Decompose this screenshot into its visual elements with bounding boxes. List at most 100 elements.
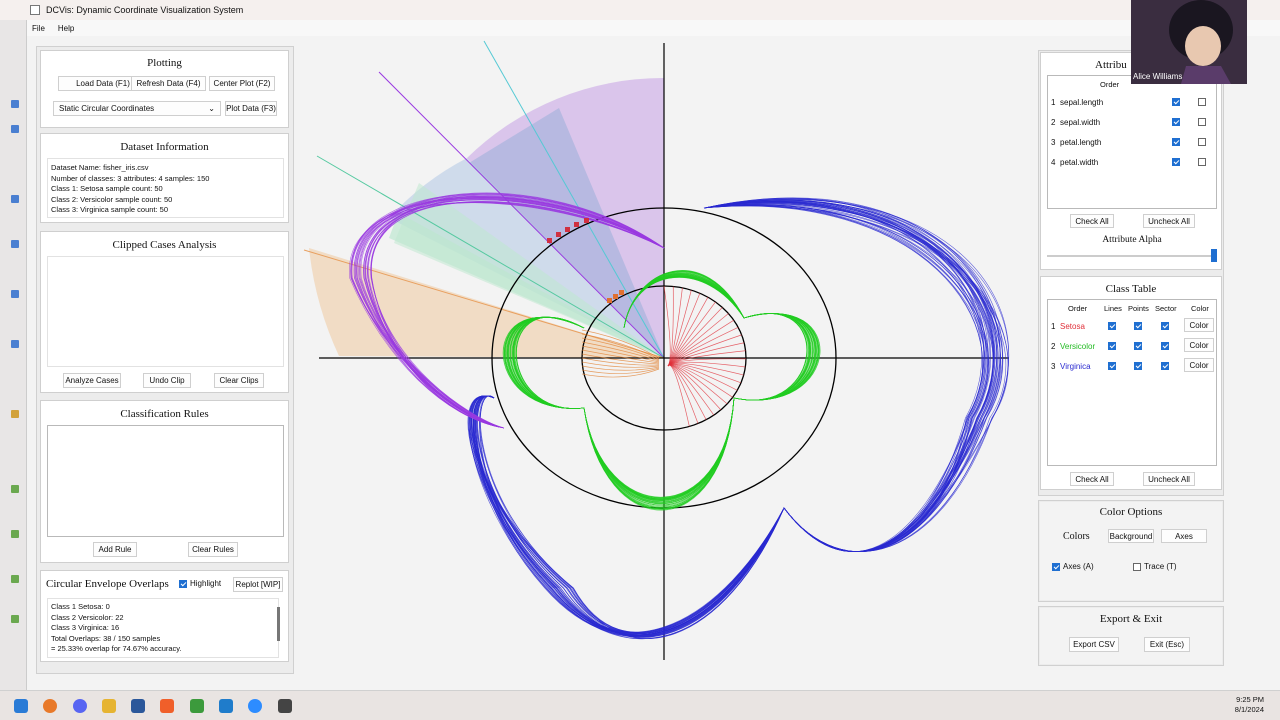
sector-checkbox[interactable] bbox=[1161, 362, 1169, 370]
undo-clip-button[interactable]: Undo Clip bbox=[143, 373, 191, 388]
attr-checkbox[interactable] bbox=[1198, 158, 1206, 166]
checkbox[interactable] bbox=[179, 579, 187, 588]
exit-button[interactable]: Exit (Esc) bbox=[1144, 637, 1190, 652]
highlight-checkbox[interactable]: Highlight bbox=[179, 579, 221, 588]
sector-checkbox[interactable] bbox=[1161, 342, 1169, 350]
clipped-cases-panel: Clipped Cases Analysis Analyze Cases Und… bbox=[40, 231, 289, 393]
color-button[interactable]: Color bbox=[1184, 358, 1214, 372]
axes-checkbox[interactable] bbox=[1052, 562, 1060, 571]
points-checkbox[interactable] bbox=[1134, 322, 1142, 330]
file-icon bbox=[11, 100, 19, 108]
plot-data-button[interactable]: Plot Data (F3) bbox=[225, 101, 277, 116]
class-order-header: Order bbox=[1068, 304, 1088, 313]
app-icon[interactable] bbox=[160, 699, 174, 713]
plotting-title: Plotting bbox=[147, 57, 182, 69]
alpha-slider-thumb[interactable] bbox=[1211, 249, 1217, 262]
points-checkbox[interactable] bbox=[1134, 362, 1142, 370]
overlap-line: = 25.33% overlap for 74.67% accuracy. bbox=[51, 644, 182, 653]
center-plot-button[interactable]: Center Plot (F2) bbox=[209, 76, 275, 91]
color-button[interactable]: Color bbox=[1184, 338, 1214, 352]
file-icon bbox=[11, 125, 19, 133]
plot-canvas[interactable] bbox=[299, 38, 1033, 686]
class-name-virginica: Virginica bbox=[1060, 362, 1091, 371]
circular-coordinates-plot[interactable] bbox=[299, 38, 1033, 686]
app-icon[interactable] bbox=[278, 699, 292, 713]
clear-rules-button[interactable]: Clear Rules bbox=[188, 542, 238, 557]
attr-num: 1 bbox=[1051, 98, 1056, 107]
classification-rules-box bbox=[47, 425, 284, 537]
points-checkbox[interactable] bbox=[1134, 342, 1142, 350]
dataset-info-panel: Dataset Information Dataset Name: fisher… bbox=[40, 133, 289, 223]
attr-alpha-checkbox[interactable] bbox=[1172, 138, 1180, 146]
dataset-line: Class 3: Virginica sample count: 50 bbox=[51, 205, 169, 214]
order-header: Order bbox=[1100, 80, 1120, 89]
file-icon bbox=[11, 575, 19, 583]
lines-checkbox[interactable] bbox=[1108, 362, 1116, 370]
attribute-alpha-label: Attribute Alpha bbox=[1102, 235, 1162, 245]
color-button[interactable]: Color bbox=[1184, 318, 1214, 332]
editor-sidebar bbox=[0, 0, 27, 690]
clipped-cases-box bbox=[47, 256, 284, 367]
dataset-line: Class 2: Versicolor sample count: 50 bbox=[51, 194, 173, 204]
add-rule-button[interactable]: Add Rule bbox=[93, 542, 137, 557]
start-icon[interactable] bbox=[14, 699, 28, 713]
dataset-line: Dataset Name: fisher_iris.csv bbox=[51, 163, 149, 172]
plotting-panel: Plotting Load Data (F1) Refresh Data (F4… bbox=[40, 50, 289, 128]
file-icon bbox=[11, 615, 19, 623]
attr-uncheck-all-button[interactable]: Uncheck All bbox=[1143, 214, 1195, 228]
class-points-header: Points bbox=[1128, 304, 1149, 313]
class-num: 3 bbox=[1051, 362, 1056, 371]
overlaps-panel: Circular Envelope Overlaps Highlight Rep… bbox=[40, 570, 289, 662]
clear-clips-button[interactable]: Clear Clips bbox=[214, 373, 264, 388]
plot-mode-value: Static Circular Coordinates bbox=[59, 104, 155, 113]
word-icon[interactable] bbox=[131, 699, 145, 713]
trace-checkbox[interactable] bbox=[1133, 562, 1141, 571]
axes-toggle[interactable]: Axes (A) bbox=[1052, 562, 1094, 571]
vscode-icon[interactable] bbox=[219, 699, 233, 713]
sector-checkbox[interactable] bbox=[1161, 322, 1169, 330]
scrollbar[interactable] bbox=[277, 607, 280, 641]
discord-icon[interactable] bbox=[73, 699, 87, 713]
firefox-icon[interactable] bbox=[43, 699, 57, 713]
colors-label: Colors bbox=[1063, 531, 1090, 542]
highlight-label: Highlight bbox=[190, 579, 222, 588]
app-icon[interactable] bbox=[190, 699, 204, 713]
classification-rules-panel: Classification Rules Add Rule Clear Rule… bbox=[40, 400, 289, 563]
replot-button[interactable]: Replot [WIP] bbox=[233, 577, 283, 592]
class-check-all-button[interactable]: Check All bbox=[1070, 472, 1114, 486]
color-options-panel: Color Options Colors Background Axes Axe… bbox=[1040, 502, 1222, 600]
attr-name: petal.width bbox=[1060, 158, 1099, 167]
attr-checkbox[interactable] bbox=[1198, 118, 1206, 126]
file-icon bbox=[11, 485, 19, 493]
attr-check-all-button[interactable]: Check All bbox=[1070, 214, 1114, 228]
attr-alpha-checkbox[interactable] bbox=[1172, 158, 1180, 166]
lines-checkbox[interactable] bbox=[1108, 342, 1116, 350]
export-title: Export & Exit bbox=[1099, 613, 1163, 625]
export-csv-button[interactable]: Export CSV bbox=[1069, 637, 1119, 652]
trace-toggle[interactable]: Trace (T) bbox=[1133, 562, 1177, 571]
class-table: Order Lines Points Sector Color 1 Setosa… bbox=[1047, 299, 1217, 466]
class-num: 1 bbox=[1051, 322, 1056, 331]
attr-checkbox[interactable] bbox=[1198, 138, 1206, 146]
folder-icon[interactable] bbox=[102, 699, 116, 713]
background-color-button[interactable]: Background bbox=[1108, 529, 1154, 543]
plot-mode-select[interactable]: Static Circular Coordinates ⌄ bbox=[53, 101, 221, 116]
alpha-slider-track[interactable] bbox=[1047, 255, 1215, 257]
analyze-cases-button[interactable]: Analyze Cases bbox=[63, 373, 121, 388]
class-uncheck-all-button[interactable]: Uncheck All bbox=[1143, 472, 1195, 486]
axes-checkbox-label: Axes (A) bbox=[1063, 562, 1094, 571]
overlap-line: Total Overlaps: 38 / 150 samples bbox=[51, 633, 161, 643]
refresh-data-button[interactable]: Refresh Data (F4) bbox=[131, 76, 206, 91]
attr-alpha-checkbox[interactable] bbox=[1172, 118, 1180, 126]
zoom-icon[interactable] bbox=[248, 699, 262, 713]
attr-checkbox[interactable] bbox=[1198, 98, 1206, 106]
menu-help[interactable]: Help bbox=[58, 24, 74, 33]
clock-date: 8/1/2024 bbox=[1234, 705, 1264, 714]
lines-checkbox[interactable] bbox=[1108, 322, 1116, 330]
attr-num: 2 bbox=[1051, 118, 1056, 127]
menu-file[interactable]: File bbox=[32, 24, 45, 33]
axes-color-button[interactable]: Axes bbox=[1161, 529, 1207, 543]
webcam-overlay: Alice Williams bbox=[1131, 0, 1247, 84]
attr-alpha-checkbox[interactable] bbox=[1172, 98, 1180, 106]
file-icon bbox=[11, 240, 19, 248]
